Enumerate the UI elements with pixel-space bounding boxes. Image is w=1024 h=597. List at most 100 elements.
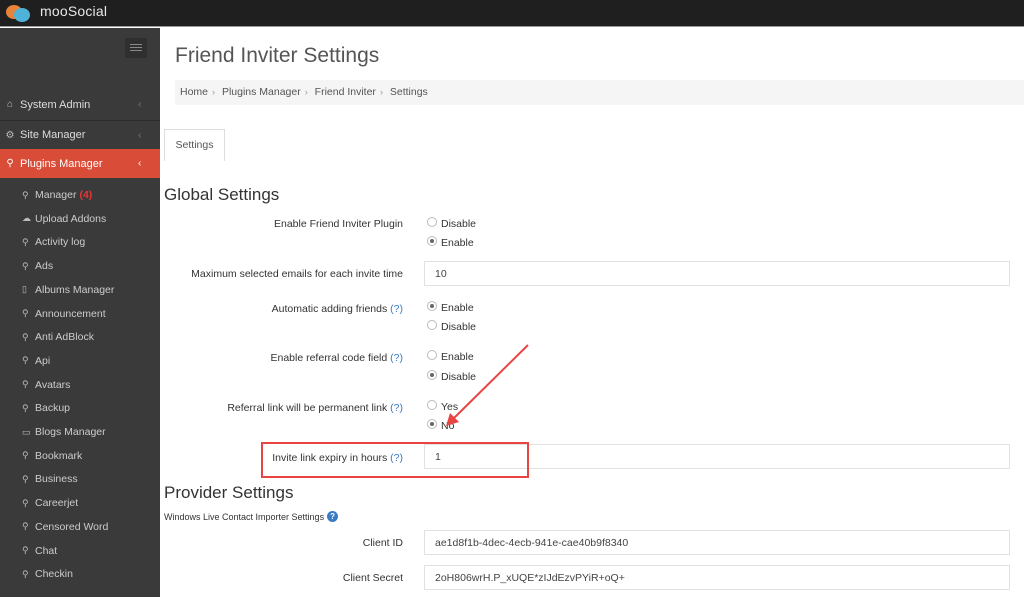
radio-button[interactable] <box>427 301 437 311</box>
radio-button[interactable] <box>427 217 437 227</box>
sidebar-subitem-activity-log[interactable]: ⚲ Activity log <box>22 233 85 251</box>
sidebar-subitem-label: Manager <box>35 189 77 201</box>
link-expiry-label: Invite link expiry in hours (?) <box>272 452 403 464</box>
sidebar-subitem-label: Avatars <box>35 378 71 391</box>
enable-plugin-enable-radio[interactable]: Enable <box>427 236 474 249</box>
help-icon[interactable]: (?) <box>390 402 403 414</box>
sidebar-subitem-backup[interactable]: ⚲ Backup <box>22 399 70 417</box>
chevron-left-icon: ‹ <box>138 129 142 141</box>
album-icon: ▯ <box>22 284 27 295</box>
breadcrumb: Home › Plugins Manager › Friend Inviter › S… <box>175 80 1024 105</box>
menu-toggle-button[interactable] <box>125 38 147 58</box>
label-text: Enable referral code field <box>270 352 388 364</box>
cloud-upload-icon: ☁ <box>22 213 31 224</box>
auto-add-friends-disable-radio[interactable]: Disable <box>427 320 477 333</box>
radio-button[interactable] <box>427 370 437 380</box>
breadcrumb-separator-icon: › <box>379 87 383 97</box>
sidebar-subitem-label: Anti AdBlock <box>35 331 94 344</box>
sidebar-subitem-careerjet[interactable]: ⚲ Careerjet <box>22 494 78 512</box>
sidebar-item-plugins-manager[interactable]: ⚲ Plugins Manager ‹ <box>0 149 160 178</box>
sidebar-item-label: System Admin <box>20 98 91 111</box>
top-bar: mooSocial <box>0 0 1024 27</box>
sidebar-subitem-bookmark[interactable]: ⚲ Bookmark <box>22 447 82 465</box>
sidebar-item-site-manager[interactable]: ⚙ Site Manager ‹ <box>0 120 160 149</box>
plug-icon: ⚲ <box>22 473 29 484</box>
provider-settings-heading: Provider Settings <box>164 483 294 502</box>
plug-icon: ⚲ <box>22 497 29 508</box>
radio-button[interactable] <box>427 236 437 246</box>
comment-icon: ▭ <box>22 426 31 437</box>
permanent-link-label: Referral link will be permanent link (?) <box>227 402 403 414</box>
client-secret-input[interactable] <box>424 565 1010 590</box>
home-icon: ⌂ <box>6 99 14 110</box>
help-icon[interactable]: (?) <box>390 303 403 315</box>
auto-add-friends-enable-radio[interactable]: Enable <box>427 301 474 314</box>
radio-label: Yes <box>441 401 459 413</box>
radio-button[interactable] <box>427 320 437 330</box>
moosocial-logo-icon[interactable] <box>4 3 32 23</box>
sidebar-subitem-blogs-manager[interactable]: ▭ Blogs Manager <box>22 423 106 441</box>
sidebar-subitem-label: Checkin <box>35 568 73 581</box>
max-emails-input[interactable] <box>424 261 1010 286</box>
client-secret-label: Client Secret <box>342 572 403 584</box>
sidebar-item-system-admin[interactable]: ⌂ System Admin ‹ <box>0 90 160 119</box>
breadcrumb-home[interactable]: Home <box>180 86 208 98</box>
sidebar-subitem-label: Ads <box>35 260 54 273</box>
sidebar-subitem-anti-adblock[interactable]: ⚲ Anti AdBlock <box>22 328 94 346</box>
client-id-input[interactable] <box>424 530 1010 555</box>
sidebar-subitem-label: Backup <box>35 402 71 415</box>
plug-icon: ⚲ <box>6 158 14 169</box>
plug-icon: ⚲ <box>22 355 29 366</box>
sidebar-subitem-api[interactable]: ⚲ Api <box>22 352 50 370</box>
permanent-link-yes-radio[interactable]: Yes <box>427 400 459 413</box>
sidebar-subitem-ads[interactable]: ⚲ Ads <box>22 257 53 275</box>
sidebar-subitem-albums-manager[interactable]: ▯ Albums Manager <box>22 281 114 299</box>
radio-label: Disable <box>441 321 477 333</box>
help-icon[interactable]: ? <box>327 511 339 522</box>
radio-label: Disable <box>441 371 477 383</box>
radio-button[interactable] <box>427 350 437 360</box>
permanent-link-no-radio[interactable]: No <box>427 419 455 432</box>
sidebar-subitem-label: Blogs Manager <box>35 426 106 438</box>
sidebar-subitem-business[interactable]: ⚲ Business <box>22 470 78 488</box>
enable-plugin-disable-radio[interactable]: Disable <box>427 217 476 230</box>
sidebar-subitem-checkin[interactable]: ⚲ Checkin <box>22 565 73 583</box>
tab-settings[interactable]: Settings <box>164 129 225 161</box>
sidebar-subitem-label: Chat <box>35 544 58 557</box>
referral-code-disable-radio[interactable]: Disable <box>427 370 477 383</box>
breadcrumb-friend-inviter[interactable]: Friend Inviter <box>315 86 376 98</box>
sidebar-subitem-announcement[interactable]: ⚲ Announcement <box>22 305 106 323</box>
global-settings-heading: Global Settings <box>164 185 280 204</box>
sidebar-subitem-avatars[interactable]: ⚲ Avatars <box>22 376 70 394</box>
radio-button[interactable] <box>427 419 437 429</box>
plug-icon: ⚲ <box>22 331 29 342</box>
gears-icon: ⚙ <box>5 129 15 141</box>
sidebar-subitem-censored-word[interactable]: ⚲ Censored Word <box>22 518 108 536</box>
main-content: Friend Inviter Settings Home › Plugins Ma… <box>160 28 1024 597</box>
breadcrumb-plugins-manager[interactable]: Plugins Manager <box>222 86 301 98</box>
plug-icon: ⚲ <box>22 308 29 318</box>
sidebar-subitem-label: Albums Manager <box>35 283 115 296</box>
sidebar-subitem-chat[interactable]: ⚲ Chat <box>22 542 57 560</box>
radio-label: Enable <box>441 302 474 314</box>
plug-icon: ⚲ <box>22 189 29 200</box>
sidebar-subitem-label: Activity log <box>35 236 86 249</box>
plug-icon: ⚲ <box>22 260 29 271</box>
sidebar-subitem-manager[interactable]: ⚲ Manager (4) <box>22 186 92 204</box>
radio-label: Enable <box>441 351 474 363</box>
radio-label: No <box>441 420 455 432</box>
sidebar-subitem-upload-addons[interactable]: ☁ Upload Addons <box>22 210 106 228</box>
breadcrumb-separator-icon: › <box>304 87 308 97</box>
help-icon[interactable]: (?) <box>390 352 403 364</box>
referral-code-label: Enable referral code field (?) <box>270 352 403 364</box>
breadcrumb-settings: Settings <box>389 86 428 98</box>
brand-name[interactable]: mooSocial <box>40 3 107 19</box>
referral-code-enable-radio[interactable]: Enable <box>427 350 474 363</box>
help-icon[interactable]: (?) <box>390 452 403 464</box>
sidebar-subitem-label: Censored Word <box>35 520 109 533</box>
sidebar-subitem-label: Upload Addons <box>35 212 107 225</box>
chevron-left-icon: ‹ <box>138 99 142 110</box>
radio-button[interactable] <box>427 400 437 410</box>
plug-icon: ⚲ <box>22 236 29 247</box>
link-expiry-input[interactable] <box>424 444 1010 469</box>
